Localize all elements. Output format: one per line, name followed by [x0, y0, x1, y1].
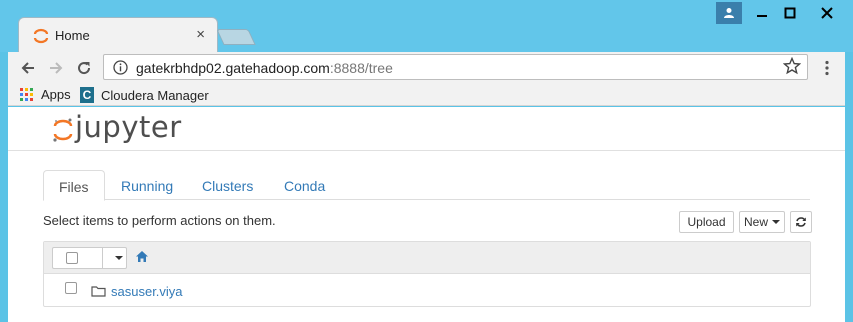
tab-clusters[interactable]: Clusters [187, 170, 268, 201]
cloudera-icon: C [80, 87, 94, 103]
jupyter-favicon-icon [33, 28, 49, 44]
bookmark-apps[interactable]: Apps [20, 87, 71, 102]
browser-menu-button[interactable] [821, 58, 833, 78]
dropdown-divider [102, 248, 103, 268]
tab-running[interactable]: Running [106, 170, 188, 201]
reload-icon [78, 62, 91, 75]
url-text: gatekrbhdp02.gatehadoop.com:8888/tree [136, 60, 393, 76]
user-icon [724, 8, 734, 18]
file-list: sasuser.viya [43, 241, 811, 307]
close-icon [821, 7, 833, 19]
jupyter-tabs: Files Running Clusters Conda [43, 170, 810, 201]
address-bar[interactable]: gatekrbhdp02.gatehadoop.com:8888/tree [103, 54, 808, 80]
maximize-icon [784, 7, 796, 19]
minimize-icon [757, 15, 767, 17]
tab-close-icon[interactable]: × [196, 26, 205, 43]
info-icon[interactable] [113, 60, 128, 75]
jupyter-logo-icon[interactable] [52, 117, 74, 143]
user-profile-button[interactable] [716, 2, 742, 24]
bookmark-label: Cloudera Manager [101, 87, 209, 103]
title-bar: Home × [0, 0, 853, 53]
forward-button[interactable] [46, 58, 66, 78]
caret-down-icon[interactable] [115, 256, 123, 260]
more-vertical-icon [825, 60, 829, 76]
arrow-right-icon [50, 62, 63, 74]
apps-grid-icon [20, 87, 34, 102]
arrow-left-icon [21, 62, 34, 74]
bookmark-label: Apps [41, 87, 71, 102]
back-button[interactable] [18, 58, 38, 78]
refresh-button[interactable] [790, 211, 812, 233]
new-dropdown-button[interactable]: New [739, 211, 785, 233]
close-window-button[interactable] [805, 2, 849, 24]
browser-tab-home[interactable]: Home × [18, 17, 218, 53]
item-name-link[interactable]: sasuser.viya [111, 284, 183, 299]
jupyter-header: jupyter [8, 107, 845, 151]
bookmark-cloudera-manager[interactable]: C Cloudera Manager [80, 87, 209, 103]
url-path: :8888/tree [329, 60, 393, 76]
bookmark-star-icon[interactable] [783, 57, 801, 75]
select-all-dropdown[interactable] [52, 247, 127, 269]
refresh-icon [796, 217, 806, 227]
caret-down-icon [772, 220, 780, 224]
jupyter-page: jupyter Files Running Clusters Conda Sel… [8, 107, 845, 322]
tab-files[interactable]: Files [43, 170, 105, 201]
url-host: gatekrbhdp02.gatehadoop.com [136, 60, 330, 76]
select-all-checkbox[interactable] [66, 252, 78, 264]
folder-icon [91, 286, 106, 297]
select-instructions: Select items to perform actions on them. [43, 213, 276, 228]
reload-button[interactable] [74, 58, 94, 78]
jupyter-logo-text[interactable]: jupyter [75, 110, 182, 144]
new-tab-button[interactable] [216, 29, 256, 45]
home-icon[interactable] [135, 250, 149, 263]
tab-title: Home [55, 28, 90, 43]
file-list-header [44, 242, 810, 274]
new-button-label: New [743, 215, 768, 229]
minimize-button[interactable] [749, 2, 775, 24]
tab-conda[interactable]: Conda [269, 170, 340, 201]
maximize-button[interactable] [777, 2, 803, 24]
bookmarks-bar: Apps C Cloudera Manager [8, 84, 845, 106]
browser-toolbar: gatekrbhdp02.gatehadoop.com:8888/tree [8, 52, 845, 84]
upload-button[interactable]: Upload [679, 211, 734, 233]
list-item[interactable]: sasuser.viya [44, 275, 810, 307]
item-checkbox[interactable] [65, 282, 77, 294]
